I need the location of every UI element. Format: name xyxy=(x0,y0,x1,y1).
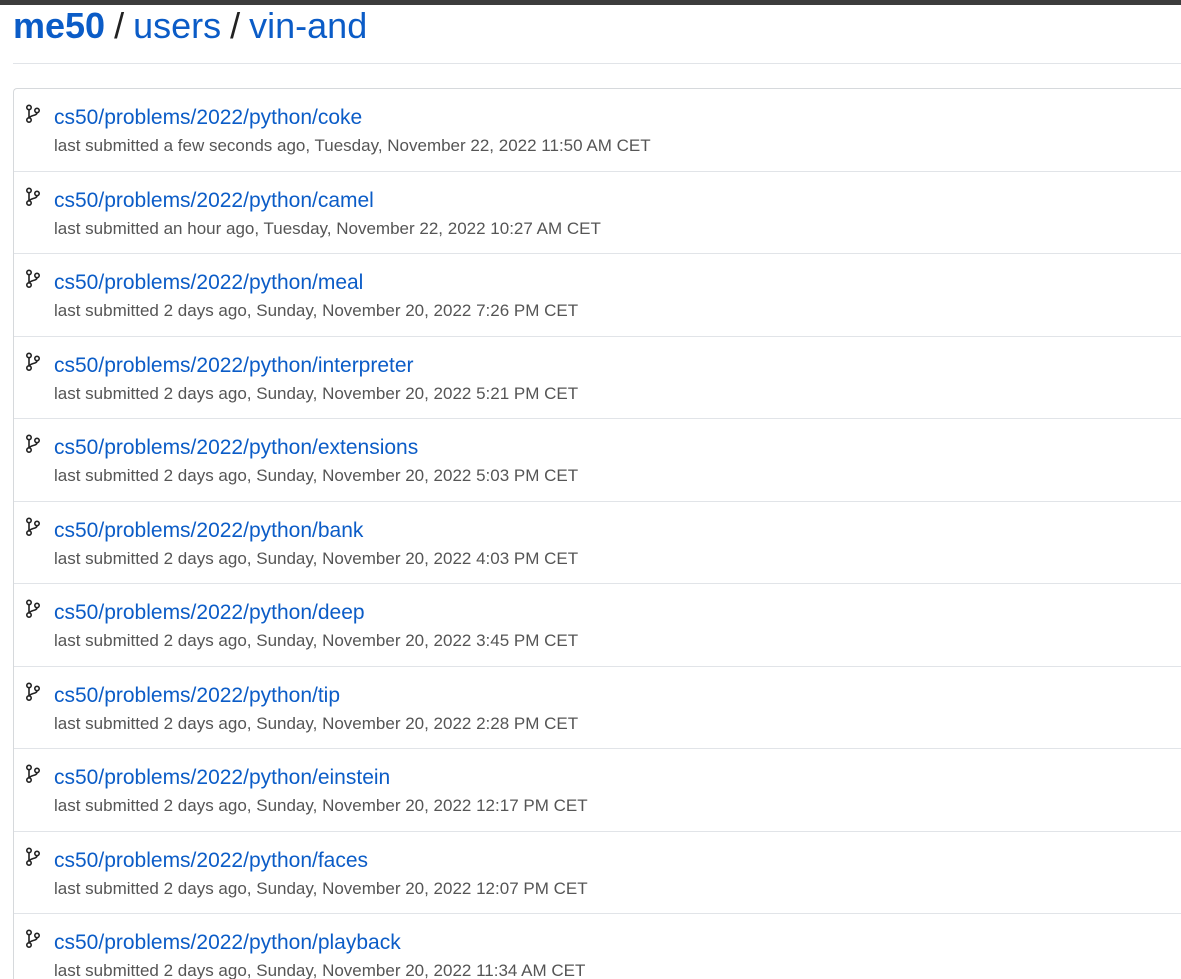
submission-timestamp: last submitted 2 days ago, Sunday, Novem… xyxy=(54,878,588,898)
submission-timestamp: last submitted an hour ago, Tuesday, Nov… xyxy=(54,218,601,238)
submission-timestamp: last submitted 2 days ago, Sunday, Novem… xyxy=(54,548,579,568)
submission-timestamp: last submitted 2 days ago, Sunday, Novem… xyxy=(54,713,579,733)
git-branch-icon xyxy=(25,186,41,206)
submission-timestamp: last submitted 2 days ago, Sunday, Novem… xyxy=(54,796,588,815)
submission-item: cs50/problems/2022/python/playback last … xyxy=(14,914,1181,979)
breadcrumb-separator: / xyxy=(230,5,241,46)
git-branch-icon xyxy=(25,846,41,866)
submission-title-link[interactable]: cs50/problems/2022/python/interpreter xyxy=(54,353,414,379)
submission-timestamp: last submitted 2 days ago, Sunday, Novem… xyxy=(54,383,579,403)
breadcrumb-user-link[interactable]: vin-and xyxy=(249,5,367,46)
breadcrumb-root-link[interactable]: me50 xyxy=(13,5,105,46)
header-divider xyxy=(13,63,1181,64)
submission-title-link[interactable]: cs50/problems/2022/python/bank xyxy=(54,518,363,544)
git-branch-icon xyxy=(25,434,41,454)
git-branch-icon xyxy=(25,351,41,371)
submission-item: cs50/problems/2022/python/faces last sub… xyxy=(14,832,1181,914)
submission-title-link[interactable]: cs50/problems/2022/python/tip xyxy=(54,683,340,709)
submission-title-link[interactable]: cs50/problems/2022/python/extensions xyxy=(54,435,418,461)
submission-title-link[interactable]: cs50/problems/2022/python/playback xyxy=(54,930,401,956)
submission-timestamp: last submitted 2 days ago, Sunday, Novem… xyxy=(54,961,586,979)
submission-title-link[interactable]: cs50/problems/2022/python/faces xyxy=(54,848,368,874)
submission-item: cs50/problems/2022/python/coke last subm… xyxy=(14,89,1181,172)
submission-timestamp: last submitted 2 days ago, Sunday, Novem… xyxy=(54,631,579,650)
submission-item: cs50/problems/2022/python/bank last subm… xyxy=(14,502,1181,584)
submission-list: cs50/problems/2022/python/coke last subm… xyxy=(13,88,1181,979)
submission-title-link[interactable]: cs50/problems/2022/python/meal xyxy=(54,270,363,296)
breadcrumb-users-link[interactable]: users xyxy=(133,5,221,46)
breadcrumb-separator: / xyxy=(114,5,125,46)
git-branch-icon xyxy=(25,599,41,619)
submission-item: cs50/problems/2022/python/interpreter la… xyxy=(14,337,1181,419)
submission-timestamp: last submitted a few seconds ago, Tuesda… xyxy=(54,136,651,155)
submission-item: cs50/problems/2022/python/camel last sub… xyxy=(14,172,1181,254)
git-branch-icon xyxy=(25,764,41,784)
submission-item: cs50/problems/2022/python/deep last subm… xyxy=(14,584,1181,667)
submission-timestamp: last submitted 2 days ago, Sunday, Novem… xyxy=(54,301,579,320)
git-branch-icon xyxy=(25,269,41,289)
submission-title-link[interactable]: cs50/problems/2022/python/deep xyxy=(54,600,365,626)
breadcrumb: me50/users / vin-and xyxy=(13,4,367,48)
submission-item: cs50/problems/2022/python/extensions las… xyxy=(14,419,1181,502)
submission-item: cs50/problems/2022/python/meal last subm… xyxy=(14,254,1181,337)
submission-item: cs50/problems/2022/python/einstein last … xyxy=(14,749,1181,832)
git-branch-icon xyxy=(25,104,41,124)
submission-title-link[interactable]: cs50/problems/2022/python/coke xyxy=(54,105,362,131)
git-branch-icon xyxy=(25,681,41,701)
git-branch-icon xyxy=(25,516,41,536)
submission-timestamp: last submitted 2 days ago, Sunday, Novem… xyxy=(54,466,579,485)
submission-title-link[interactable]: cs50/problems/2022/python/camel xyxy=(54,188,374,214)
submission-title-link[interactable]: cs50/problems/2022/python/einstein xyxy=(54,765,390,791)
submission-item: cs50/problems/2022/python/tip last submi… xyxy=(14,667,1181,749)
git-branch-icon xyxy=(25,929,41,949)
